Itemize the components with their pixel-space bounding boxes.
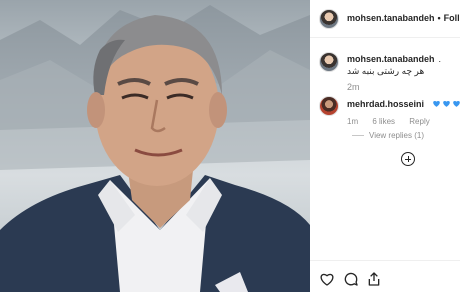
view-replies-button[interactable]: View replies (1)	[352, 131, 424, 140]
comment-hearts	[432, 99, 460, 109]
blue-heart-icon	[432, 99, 441, 108]
follow-button[interactable]: Followi	[444, 13, 460, 23]
caption-username[interactable]: mohsen.tanabandeh.	[347, 54, 441, 64]
author-avatar[interactable]	[319, 9, 339, 29]
caption-time: 2m	[347, 82, 360, 92]
post-photo-portrait	[0, 5, 310, 292]
blue-heart-icon	[452, 99, 460, 108]
caption-text: هر چه رشتی بنبه شد	[347, 66, 425, 76]
replies-divider	[352, 135, 364, 137]
reply-button[interactable]: Reply	[409, 117, 429, 126]
plus-circle-icon[interactable]	[401, 152, 415, 166]
post-actions	[310, 260, 460, 292]
post-header: mohsen.tanabandeh•Followi	[310, 0, 460, 38]
caption-avatar[interactable]	[319, 52, 339, 72]
header-separator: •	[437, 13, 441, 23]
commenter-avatar[interactable]	[319, 96, 339, 116]
comment-line: mehrdad.hosseini	[347, 99, 460, 109]
commenter-username[interactable]: mehrdad.hosseini	[347, 99, 424, 109]
view-replies-label[interactable]: View replies (1)	[369, 131, 424, 140]
heart-icon[interactable]	[319, 271, 335, 287]
comment-time: 1m	[347, 117, 359, 126]
author-username: mohsen.tanabandeh•Followi	[347, 13, 460, 23]
comment-likes[interactable]: 6 likes	[372, 117, 395, 126]
post-image[interactable]	[0, 0, 310, 292]
caption-dot: .	[438, 54, 442, 64]
author-username-link[interactable]: mohsen.tanabandeh	[347, 13, 435, 23]
comment-meta: 1m 6 likes Reply	[347, 117, 442, 126]
share-icon[interactable]	[366, 271, 382, 287]
comments-panel: mohsen.tanabandeh•Followi mohsen.tanaban…	[310, 0, 460, 292]
comment-icon[interactable]	[343, 271, 359, 287]
blue-heart-icon	[442, 99, 451, 108]
caption-username-text[interactable]: mohsen.tanabandeh	[347, 54, 435, 64]
